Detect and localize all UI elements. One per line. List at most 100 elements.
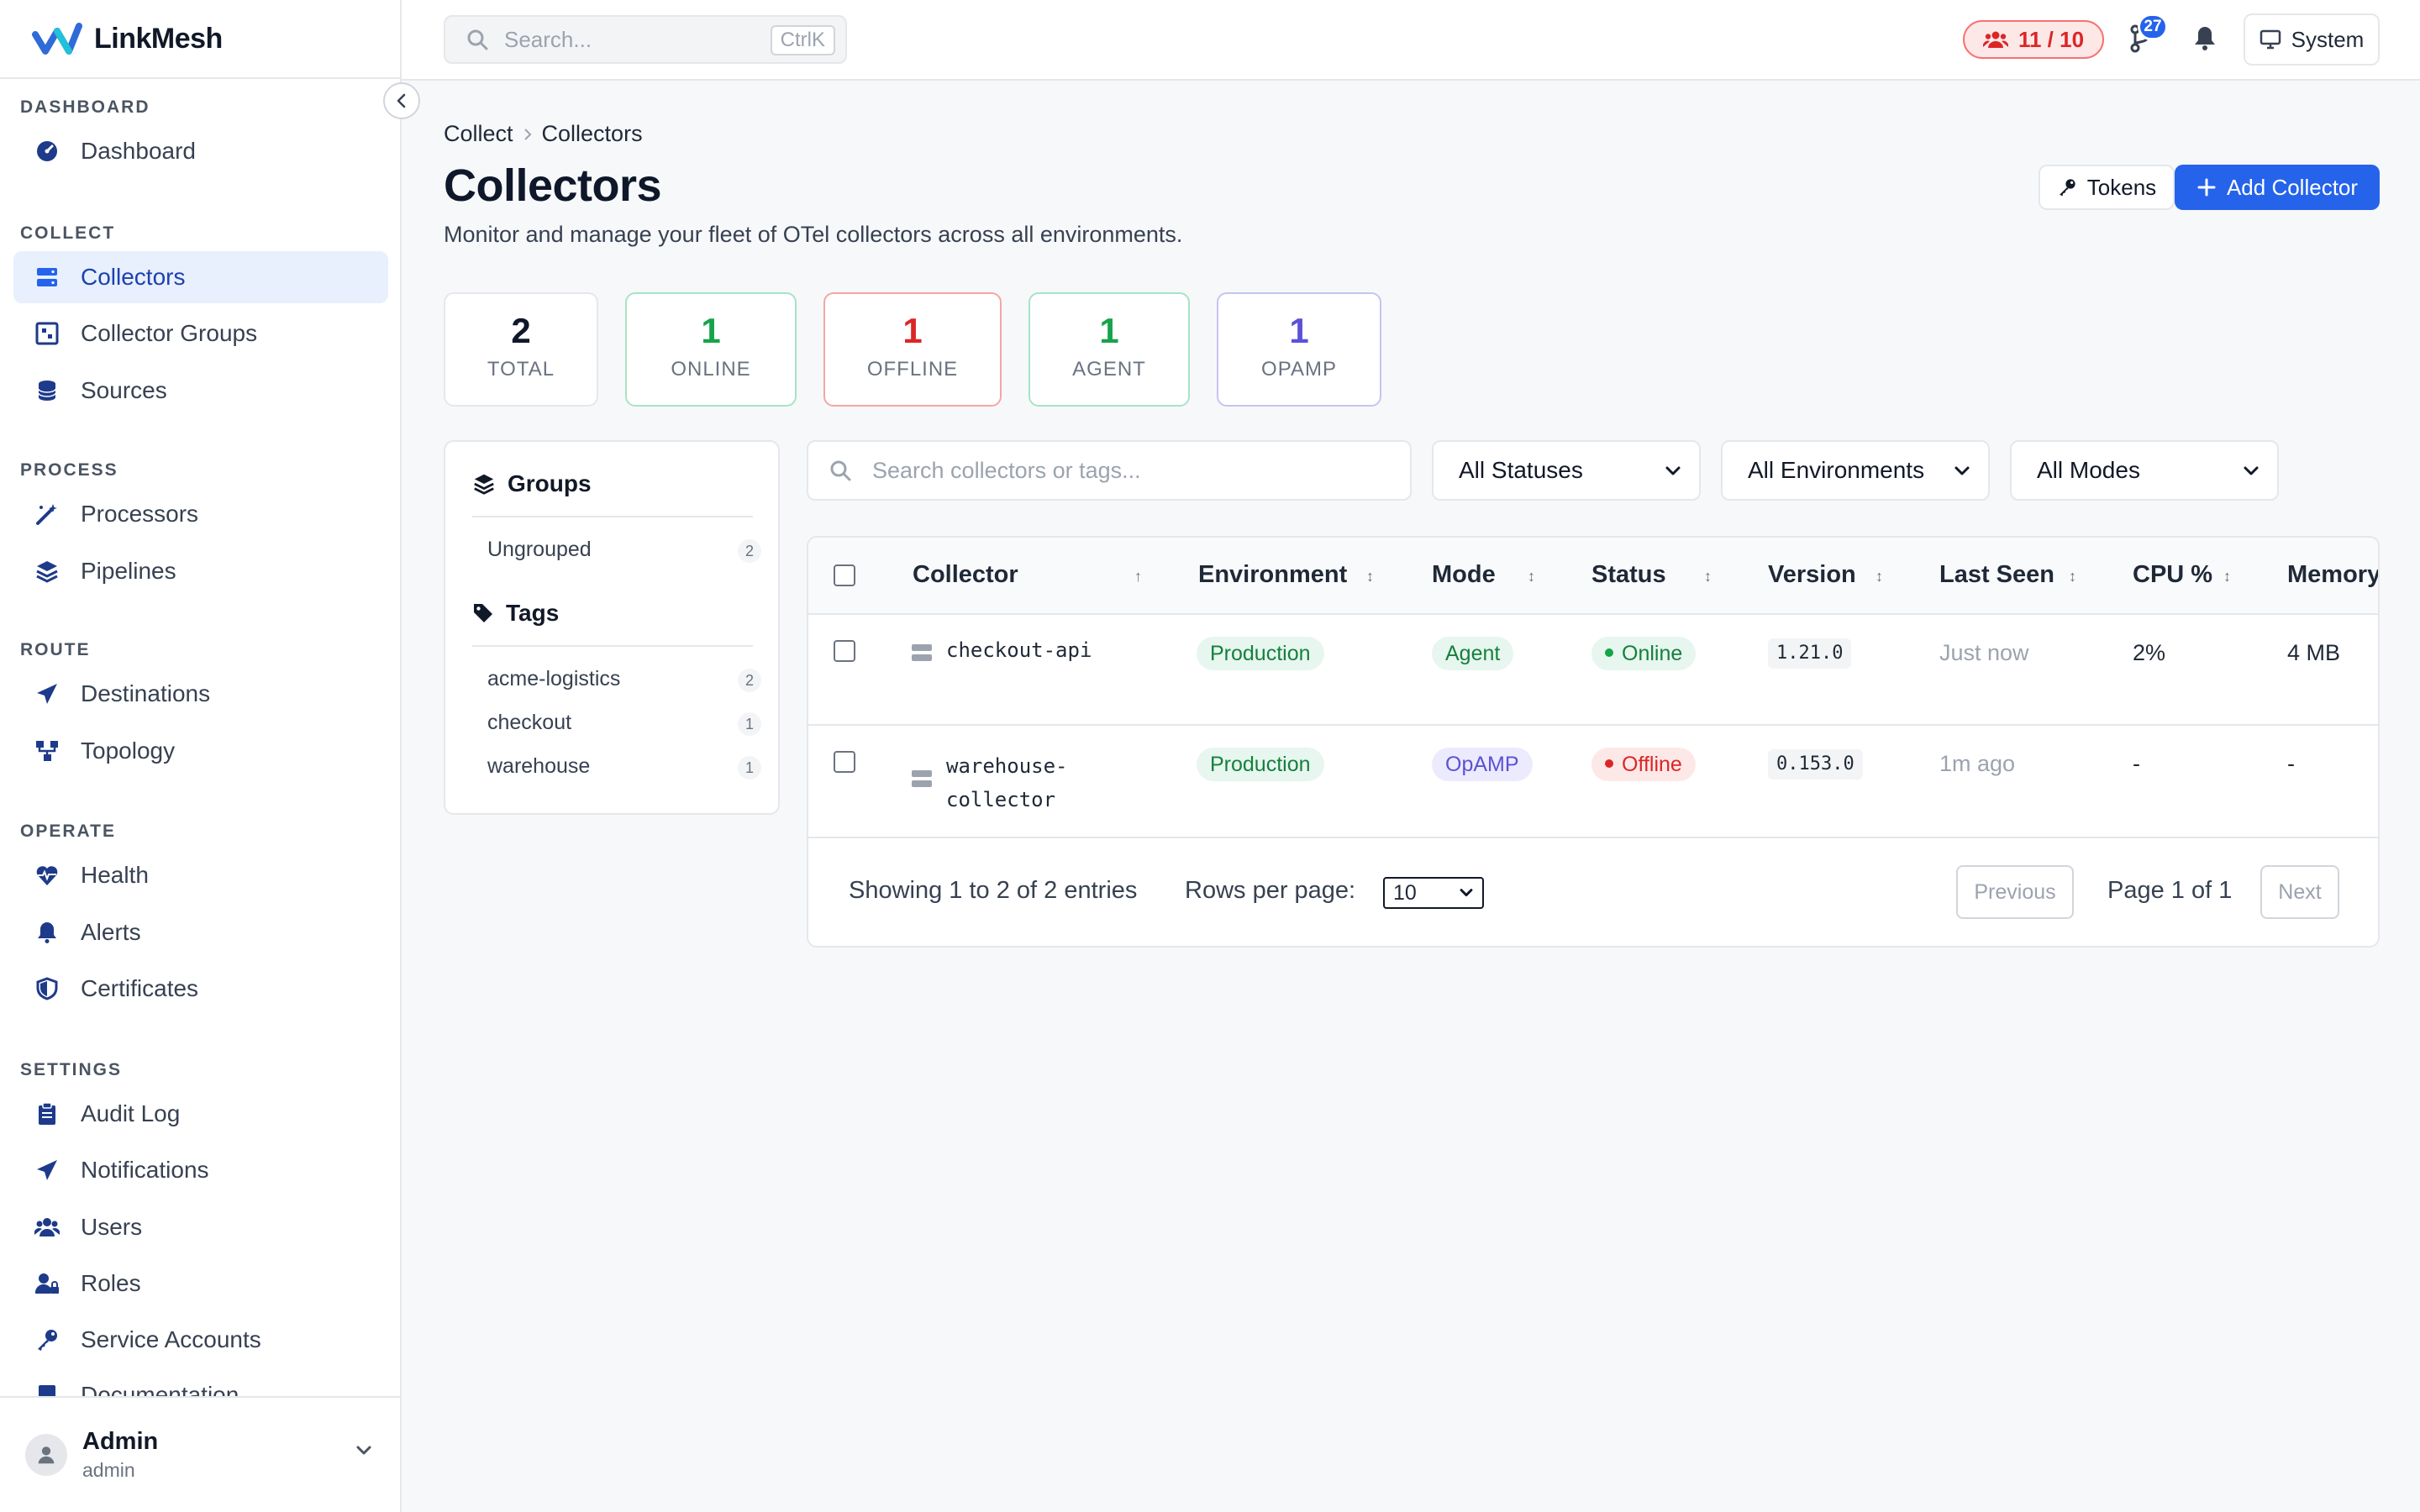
previous-page-button[interactable]: Previous: [1956, 865, 2074, 919]
stat-label: OPAMP: [1261, 358, 1337, 381]
user-menu[interactable]: Admin admin: [0, 1396, 400, 1512]
notifications-button[interactable]: [2188, 22, 2222, 55]
sort-icon[interactable]: ↕: [1876, 568, 1883, 585]
sidebar-item-label: Collector Groups: [81, 320, 258, 346]
key-icon: [34, 1326, 60, 1353]
theme-system-button[interactable]: System: [2244, 13, 2380, 66]
status-filter-value: All Statuses: [1459, 457, 1583, 483]
tag-item-checkout[interactable]: checkout 1: [487, 711, 761, 736]
column-status[interactable]: Status: [1591, 561, 1666, 589]
stat-value: 1: [902, 311, 923, 350]
column-cpu[interactable]: CPU %: [2133, 561, 2212, 589]
collapse-sidebar-button[interactable]: [383, 82, 420, 119]
license-usage-badge[interactable]: 11 / 10: [1963, 20, 2104, 59]
tag-item-acme-logistics[interactable]: acme-logistics 2: [487, 667, 761, 692]
sidebar-item-sources[interactable]: Sources: [13, 365, 388, 417]
column-mode[interactable]: Mode: [1432, 561, 1496, 589]
column-memory[interactable]: Memory: [2287, 561, 2378, 589]
version-badge: 0.153.0: [1768, 749, 1863, 780]
sidebar-item-health[interactable]: Health: [13, 849, 388, 901]
topology-icon: [34, 738, 60, 764]
stat-label: ONLINE: [671, 358, 751, 381]
sort-icon[interactable]: ↕: [1528, 568, 1535, 585]
status-filter-select[interactable]: All Statuses: [1432, 440, 1701, 501]
sidebar-item-roles[interactable]: Roles: [13, 1257, 388, 1310]
mode-filter-select[interactable]: All Modes: [2010, 440, 2279, 501]
bell-icon: [2195, 27, 2215, 50]
table-row[interactable]: checkout-api Production Agent Online 1.2…: [808, 615, 2378, 726]
sidebar-item-service-accounts[interactable]: Service Accounts: [13, 1314, 388, 1366]
sort-icon[interactable]: ↕: [1704, 568, 1712, 585]
tag-count: 2: [738, 669, 761, 692]
collector-search-input[interactable]: Search collectors or tags...: [807, 440, 1412, 501]
sidebar-item-collector-groups[interactable]: Collector Groups: [13, 307, 388, 360]
sidebar-item-users[interactable]: Users: [13, 1201, 388, 1253]
next-page-button[interactable]: Next: [2260, 865, 2339, 919]
sidebar-item-label: Documentation: [81, 1382, 239, 1396]
users-icon: [34, 1214, 60, 1241]
chevron-left-icon: [397, 93, 406, 108]
sidebar-item-audit-log[interactable]: Audit Log: [13, 1088, 388, 1140]
server-icon: [912, 770, 932, 787]
column-collector[interactable]: Collector: [913, 561, 1018, 589]
sidebar-item-alerts[interactable]: Alerts: [13, 906, 388, 958]
sort-asc-icon[interactable]: ↑: [1134, 568, 1142, 585]
sort-icon[interactable]: ↕: [2069, 568, 2076, 585]
column-environment[interactable]: Environment: [1198, 561, 1347, 589]
sidebar-item-destinations[interactable]: Destinations: [13, 668, 388, 720]
key-icon: [2059, 179, 2075, 197]
environment-filter-select[interactable]: All Environments: [1721, 440, 1990, 501]
sidebar-item-collectors[interactable]: Collectors: [13, 251, 388, 303]
mode-filter-value: All Modes: [2037, 457, 2140, 483]
row-checkbox[interactable]: [834, 640, 855, 662]
tags-heading: Tags: [472, 600, 559, 627]
sidebar-item-documentation[interactable]: Documentation: [13, 1369, 388, 1396]
sort-icon[interactable]: ↕: [2223, 568, 2231, 585]
breadcrumb-collect[interactable]: Collect: [444, 121, 513, 147]
status-badge: Offline: [1591, 748, 1696, 781]
group-item-ungrouped[interactable]: Ungrouped 2: [487, 538, 761, 563]
sidebar-nav: DASHBOARD Dashboard COLLECT Collectors C…: [0, 79, 400, 1396]
collector-name[interactable]: warehouse- collector: [946, 749, 1068, 816]
tag-name: warehouse: [487, 754, 591, 778]
sidebar-item-processors[interactable]: Processors: [13, 488, 388, 540]
sidebar-item-dashboard[interactable]: Dashboard: [13, 125, 388, 177]
sidebar-item-notifications[interactable]: Notifications: [13, 1144, 388, 1196]
sidebar-item-pipelines[interactable]: Pipelines: [13, 545, 388, 597]
groups-heading: Groups: [472, 470, 592, 497]
stat-offline[interactable]: 1 OFFLINE: [823, 292, 1002, 407]
sidebar-item-certificates[interactable]: Certificates: [13, 963, 388, 1015]
mode-badge: Agent: [1432, 637, 1514, 670]
status-text: Online: [1622, 642, 1683, 665]
tokens-button[interactable]: Tokens: [2039, 165, 2175, 210]
stat-online[interactable]: 1 ONLINE: [625, 292, 797, 407]
bell-icon: [34, 919, 60, 946]
global-search-input[interactable]: Search... CtrlK: [444, 15, 847, 64]
chevron-down-icon: [356, 1446, 371, 1455]
collector-name[interactable]: checkout-api: [946, 638, 1092, 662]
brand[interactable]: LinkMesh: [0, 0, 400, 79]
select-all-checkbox[interactable]: [834, 564, 855, 586]
table-row[interactable]: warehouse- collector Production OpAMP Of…: [808, 726, 2378, 838]
sort-icon[interactable]: ↕: [1366, 568, 1374, 585]
divider: [472, 645, 753, 647]
row-checkbox[interactable]: [834, 751, 855, 773]
section-dashboard: DASHBOARD: [20, 97, 150, 117]
column-version[interactable]: Version: [1768, 561, 1856, 589]
sidebar-item-topology[interactable]: Topology: [13, 725, 388, 777]
sidebar-item-label: Alerts: [81, 919, 141, 945]
environment-badge: Production: [1197, 748, 1324, 781]
environment-badge: Production: [1197, 637, 1324, 670]
stat-opamp[interactable]: 1 OPAMP: [1217, 292, 1381, 407]
group-count: 2: [738, 539, 761, 563]
wand-icon: [34, 501, 60, 528]
rows-per-page-select[interactable]: 10: [1383, 877, 1484, 909]
version-badge: 1.21.0: [1768, 638, 1852, 669]
collector-name-line: collector: [946, 788, 1056, 811]
column-last-seen[interactable]: Last Seen: [1939, 561, 2054, 589]
stat-agent[interactable]: 1 AGENT: [1028, 292, 1190, 407]
page-info: Page 1 of 1: [2107, 877, 2233, 904]
tag-item-warehouse[interactable]: warehouse 1: [487, 754, 761, 780]
stat-total[interactable]: 2 TOTAL: [444, 292, 598, 407]
add-collector-button[interactable]: Add Collector: [2175, 165, 2380, 210]
